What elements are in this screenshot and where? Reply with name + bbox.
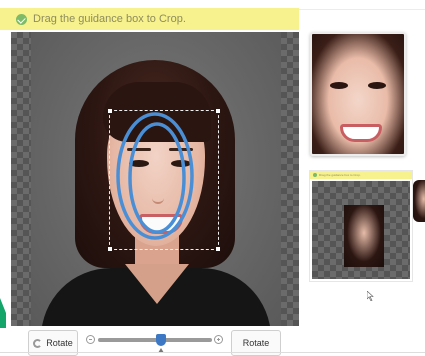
next-thumbnail-peek[interactable] [413,180,425,222]
screenshot-thumbnail-card[interactable]: Drag the guidance box to Crop. [309,170,413,282]
rotate-left-icon [33,338,43,348]
thumbnail-canvas [312,181,410,279]
side-arrow-decoration [0,298,6,328]
inner-guide-ellipse [128,122,186,234]
zoom-in-icon[interactable] [214,335,223,344]
rotate-left-label: Rotate [46,338,73,348]
thumbnail-portrait [344,205,384,267]
check-circle-icon [16,13,27,25]
divider [299,9,425,10]
thumbnail-banner: Drag the guidance box to Crop. [310,171,412,179]
mouse-cursor-icon [367,291,374,301]
bottom-divider [0,352,425,353]
zoom-slider-thumb[interactable] [155,334,166,346]
preview-left-eye [330,82,348,89]
mini-check-icon [313,173,317,177]
preview-right-eye [368,82,386,89]
rotate-right-label: Rotate [242,338,270,348]
zoom-slider[interactable] [86,333,224,353]
face-guide-ellipses[interactable] [109,110,219,250]
crop-editor-canvas[interactable] [11,32,299,326]
preview-mouth [340,124,382,142]
crop-instruction-banner: Drag the guidance box to Crop. [0,8,299,30]
crop-instruction-text: Drag the guidance box to Crop. [33,13,186,25]
cropped-preview-large [310,32,406,156]
zoom-out-icon[interactable] [86,335,95,344]
thumbnail-banner-text: Drag the guidance box to Crop. [319,173,361,177]
